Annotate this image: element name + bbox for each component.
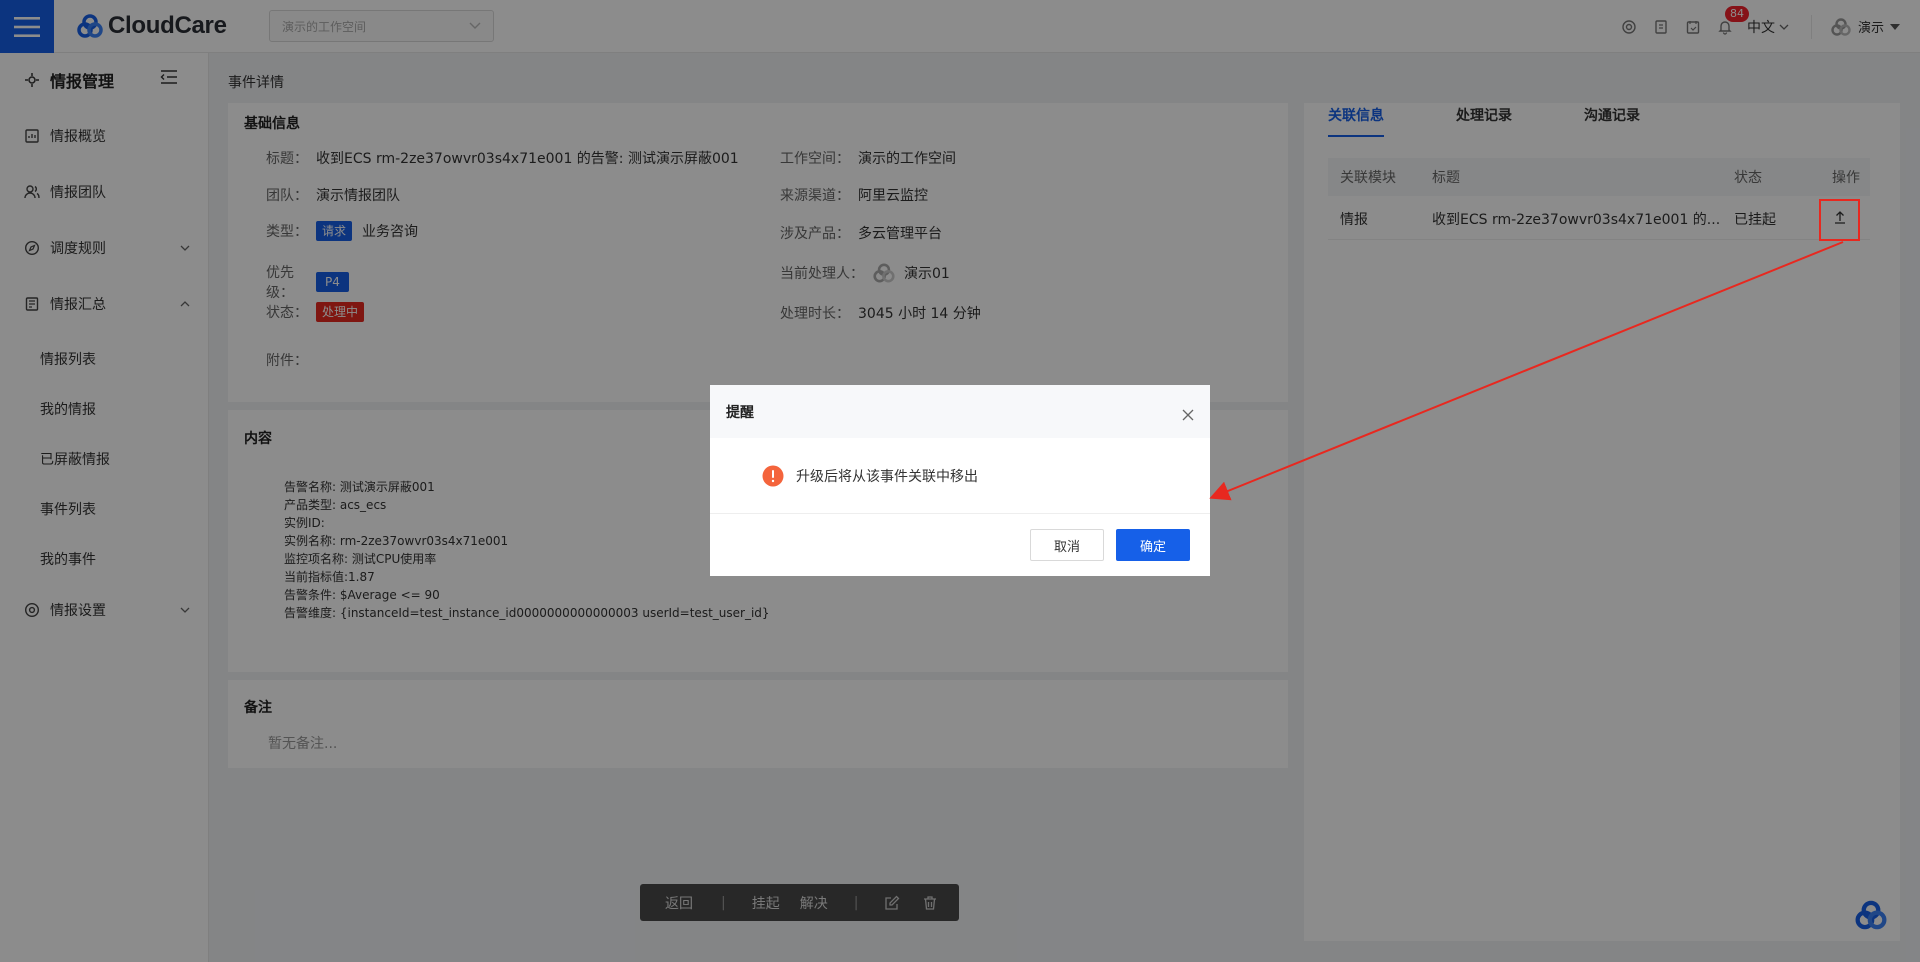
confirm-button[interactable]: 确定 xyxy=(1116,529,1190,561)
confirm-dialog: 提醒 升级后将从该事件关联中移出 取消 确定 xyxy=(710,385,1210,576)
dialog-footer: 取消 确定 xyxy=(710,513,1210,576)
dialog-message: 升级后将从该事件关联中移出 xyxy=(796,469,978,485)
dialog-title: 提醒 xyxy=(726,404,754,421)
dialog-body: 升级后将从该事件关联中移出 xyxy=(762,465,978,487)
annotation-highlight-box xyxy=(1819,199,1860,241)
dialog-header: 提醒 xyxy=(710,385,1210,438)
cancel-button[interactable]: 取消 xyxy=(1030,529,1104,561)
close-icon[interactable] xyxy=(1182,409,1194,421)
warning-icon xyxy=(762,465,784,487)
